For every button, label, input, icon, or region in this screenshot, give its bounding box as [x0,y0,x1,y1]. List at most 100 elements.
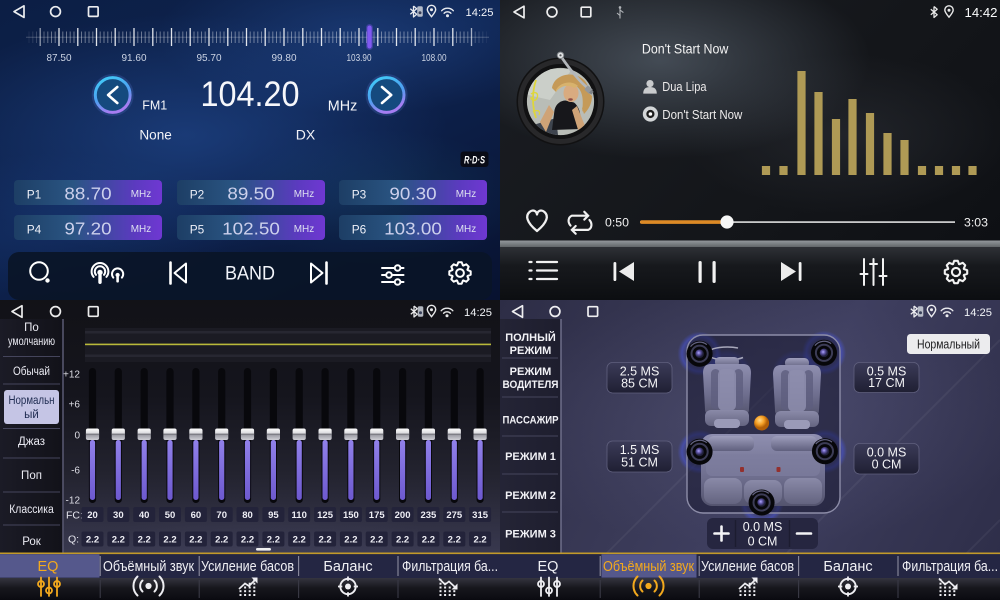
svg-text:3:03: 3:03 [964,218,988,230]
svg-text:14:25: 14:25 [464,307,492,319]
svg-text:умолчанию: умолчанию [8,336,55,348]
svg-text:ПОЛНЫЙ: ПОЛНЫЙ [505,331,556,344]
svg-text:P5: P5 [190,223,205,237]
svg-text:99.80: 99.80 [272,52,297,64]
svg-text:MHz: MHz [328,98,358,115]
svg-text:88.70: 88.70 [64,184,111,204]
svg-text:200: 200 [395,510,411,521]
svg-text:+6: +6 [69,400,81,411]
svg-text:125: 125 [317,510,334,521]
svg-text:103.00: 103.00 [384,219,442,239]
svg-text:110: 110 [292,510,307,521]
svg-text:2.2: 2.2 [112,535,125,546]
svg-text:R·D·S: R·D·S [464,155,485,167]
svg-text:2.2: 2.2 [215,535,228,546]
svg-text:Объёмный звук: Объёмный звук [103,559,195,575]
svg-text:103.90: 103.90 [347,52,372,64]
svg-text:175: 175 [369,510,386,521]
svg-text:EQ: EQ [38,559,59,575]
svg-text:P4: P4 [27,223,42,237]
svg-text:315: 315 [472,510,489,521]
svg-text:MHz: MHz [294,223,315,235]
svg-text:14:25: 14:25 [466,7,494,19]
svg-text:EQ: EQ [538,559,559,575]
svg-text:2.2: 2.2 [163,535,176,546]
svg-text:P2: P2 [190,188,205,202]
svg-text:50: 50 [165,510,176,521]
svg-text:97.20: 97.20 [64,219,111,239]
svg-text:87.50: 87.50 [47,52,72,64]
svg-text:-12: -12 [66,496,81,507]
svg-text:2.2: 2.2 [396,535,409,546]
svg-text:ПАССАЖИР: ПАССАЖИР [503,415,559,427]
svg-text:0 CM: 0 CM [748,535,778,549]
svg-text:FC:: FC: [66,510,83,522]
svg-text:51 CM: 51 CM [621,456,658,470]
svg-text:Джаз: Джаз [18,436,45,448]
svg-text:P1: P1 [27,188,42,202]
svg-text:2.2: 2.2 [448,535,461,546]
svg-text:Нормальный: Нормальный [917,337,980,352]
svg-text:0:50: 0:50 [605,218,629,230]
svg-text:Q:: Q: [68,534,79,546]
svg-text:MHz: MHz [456,188,477,200]
svg-text:150: 150 [343,510,359,521]
svg-text:MHz: MHz [131,188,152,200]
svg-text:Don't Start Now: Don't Start Now [662,108,743,122]
svg-text:Усиление басов: Усиление басов [701,559,794,575]
svg-text:0: 0 [74,431,80,442]
svg-text:MHz: MHz [131,223,152,235]
svg-text:2.2: 2.2 [189,535,202,546]
svg-text:95: 95 [268,510,279,521]
svg-text:Dua Lipa: Dua Lipa [662,80,706,94]
svg-text:90.30: 90.30 [389,184,436,204]
svg-text:Обычай: Обычай [13,366,50,378]
svg-text:235: 235 [420,510,437,521]
svg-text:Объёмный звук: Объёмный звук [603,559,695,575]
svg-text:60: 60 [191,510,202,521]
svg-text:14:25: 14:25 [964,307,992,319]
svg-text:Don't Start Now: Don't Start Now [642,42,729,57]
svg-text:Фильтрация ба...: Фильтрация ба... [402,559,498,575]
svg-text:89.50: 89.50 [227,184,274,204]
svg-text:РЕЖИМ 3: РЕЖИМ 3 [505,529,556,541]
svg-text:20: 20 [87,510,98,521]
svg-text:Рок: Рок [22,536,42,548]
svg-text:17 CM: 17 CM [868,376,905,390]
svg-text:+12: +12 [63,370,80,381]
svg-text:91.60: 91.60 [122,52,147,64]
svg-text:2.2: 2.2 [344,535,357,546]
svg-text:2.2: 2.2 [241,535,254,546]
svg-text:2.2: 2.2 [86,535,99,546]
svg-text:Баланс: Баланс [823,559,872,575]
svg-text:MHz: MHz [294,188,315,200]
svg-text:РЕЖИМ 2: РЕЖИМ 2 [505,490,556,502]
svg-text:По: По [24,322,39,334]
svg-text:РЕЖИМ 1: РЕЖИМ 1 [505,451,556,463]
svg-text:85 CM: 85 CM [621,377,658,391]
svg-text:Поп: Поп [21,470,42,482]
svg-text:РЕЖИМ: РЕЖИМ [510,366,552,378]
svg-text:0.0 MS: 0.0 MS [743,520,783,534]
svg-text:ый: ый [24,409,39,421]
svg-text:95.70: 95.70 [197,52,222,64]
svg-text:275: 275 [446,510,463,521]
svg-text:2.2: 2.2 [422,535,435,546]
svg-text:2.2: 2.2 [370,535,383,546]
svg-text:104.20: 104.20 [201,75,300,114]
svg-text:Усиление басов: Усиление басов [201,559,294,575]
svg-text:2.2: 2.2 [267,535,280,546]
svg-text:-6: -6 [71,466,80,477]
svg-text:80: 80 [242,510,253,521]
svg-text:2.2: 2.2 [318,535,331,546]
svg-text:102.50: 102.50 [222,219,280,239]
svg-text:40: 40 [139,510,150,521]
svg-text:ВОДИТЕЛЯ: ВОДИТЕЛЯ [503,379,559,391]
svg-text:30: 30 [113,510,124,521]
svg-text:None: None [139,128,172,143]
svg-text:P3: P3 [352,188,367,202]
svg-text:70: 70 [216,510,227,521]
svg-text:DX: DX [296,128,316,143]
svg-text:0 CM: 0 CM [872,458,902,472]
svg-text:BAND: BAND [225,263,275,285]
